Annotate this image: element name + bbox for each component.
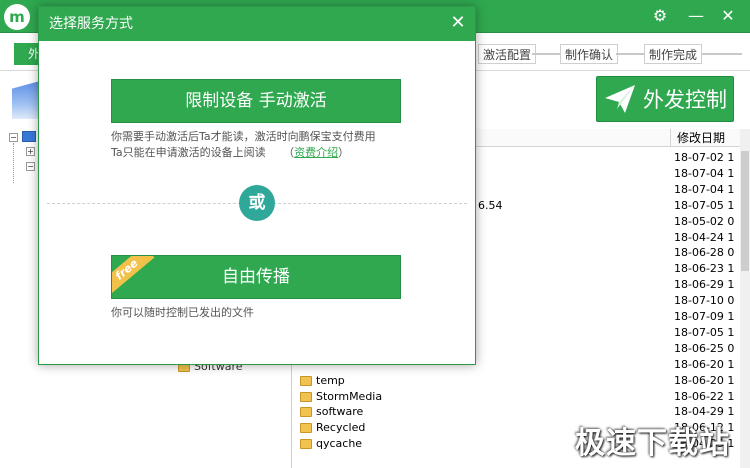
free-distribution-label: 自由传播 [222,267,290,287]
free-badge: free [112,256,155,295]
file-name-text: StormMedia [316,390,383,403]
file-date: 18-06-22 11: [674,390,734,403]
file-name-text: temp [316,374,345,387]
file-date: 18-06-23 10: [674,262,734,275]
file-name: qycache [300,437,362,450]
file-date: 18-06-20 16: [674,358,734,371]
limit-description-line: Ta只能在申请激活的设备上阅读 （资费介绍） [111,145,376,161]
file-date: 18-06-29 11: [674,278,734,291]
file-name: temp [300,374,345,387]
file-date: 18-07-05 11: [674,326,734,339]
paper-plane-icon [605,85,635,113]
file-name: 6.54 [478,199,503,212]
watermark: 极速下载站 [575,426,730,461]
pricing-link[interactable]: 资费介绍 [294,146,338,159]
file-date: 18-05-02 09: [674,215,734,228]
tree-guide [13,143,14,183]
dialog-title: 选择服务方式 [49,16,133,32]
file-name: software [300,405,363,418]
step-connector [532,53,560,55]
paren-open: （ [283,146,295,159]
limit-description-text: Ta只能在申请激活的设备上阅读 [111,146,266,159]
free-distribution-button[interactable]: free 自由传播 [111,255,401,299]
column-header-date[interactable]: 修改日期 [670,129,740,147]
table-row[interactable]: temp 18-06-20 16: [296,374,740,389]
tree-collapse-icon[interactable]: − [9,133,18,142]
file-name-text: qycache [316,437,363,450]
close-icon[interactable]: ✕ [447,12,469,34]
tree-collapse-icon[interactable]: − [26,162,35,171]
limit-description: 你需要手动激活后Ta才能读，激活时向鹏保宝支付费用 Ta只能在申请激活的设备上阅… [111,129,376,161]
gear-icon[interactable]: ⚙ [648,4,672,28]
app-logo-icon: m [4,4,30,30]
folder-icon [300,391,312,402]
file-name-text: 6.54 [478,199,503,212]
document-preview-icon [12,81,40,119]
service-mode-dialog: 选择服务方式 ✕ 限制设备 手动激活 你需要手动激活后Ta才能读，激活时向鹏保宝… [38,6,476,365]
folder-icon [300,422,312,433]
step-confirm: 制作确认 [560,44,619,64]
folder-icon [300,406,312,417]
limit-device-manual-activate-button[interactable]: 限制设备 手动激活 [111,79,401,123]
file-date: 18-07-04 13: [674,183,734,196]
step-connector [702,53,742,55]
dialog-header: 选择服务方式 ✕ [39,7,475,41]
file-date: 18-07-04 14: [674,167,734,180]
folder-icon [300,438,312,449]
step-connector [616,53,644,55]
step-activate: 激活配置 [478,44,537,64]
file-date: 18-07-09 13: [674,310,734,323]
file-date: 18-07-02 14: [674,151,734,164]
file-date: 18-06-28 08: [674,246,734,259]
file-name: StormMedia [300,390,382,403]
limit-description-line: 你需要手动激活后Ta才能读，激活时向鹏保宝支付费用 [111,130,376,143]
file-date: 18-06-20 16: [674,374,734,387]
file-name-text: software [316,405,364,418]
file-date: 18-04-24 17: [674,231,734,244]
file-name: Recycled [300,421,365,434]
table-row[interactable]: StormMedia 18-06-22 11: [296,390,740,405]
file-date: 18-07-10 09: [674,294,734,307]
send-control-label: 外发控制 [643,88,727,112]
tree-expand-icon[interactable]: + [26,147,35,156]
scrollbar-thumb[interactable] [741,151,749,271]
window-close-icon[interactable]: ✕ [716,4,740,28]
step-done: 制作完成 [644,44,703,64]
minimize-icon[interactable]: — [684,4,708,28]
or-separator: 或 [239,185,275,221]
send-control-button[interactable]: 外发控制 [596,76,734,122]
vertical-scrollbar[interactable] [740,129,750,468]
file-date: 18-06-25 08: [674,342,734,355]
file-date: 18-07-05 17: [674,199,734,212]
computer-icon [22,131,36,142]
paren-close: ） [338,146,350,159]
file-name-text: Recycled [316,421,366,434]
folder-icon [300,375,312,386]
free-description: 你可以随时控制已发出的文件 [111,306,254,319]
file-date: 18-04-29 10: [674,405,734,418]
